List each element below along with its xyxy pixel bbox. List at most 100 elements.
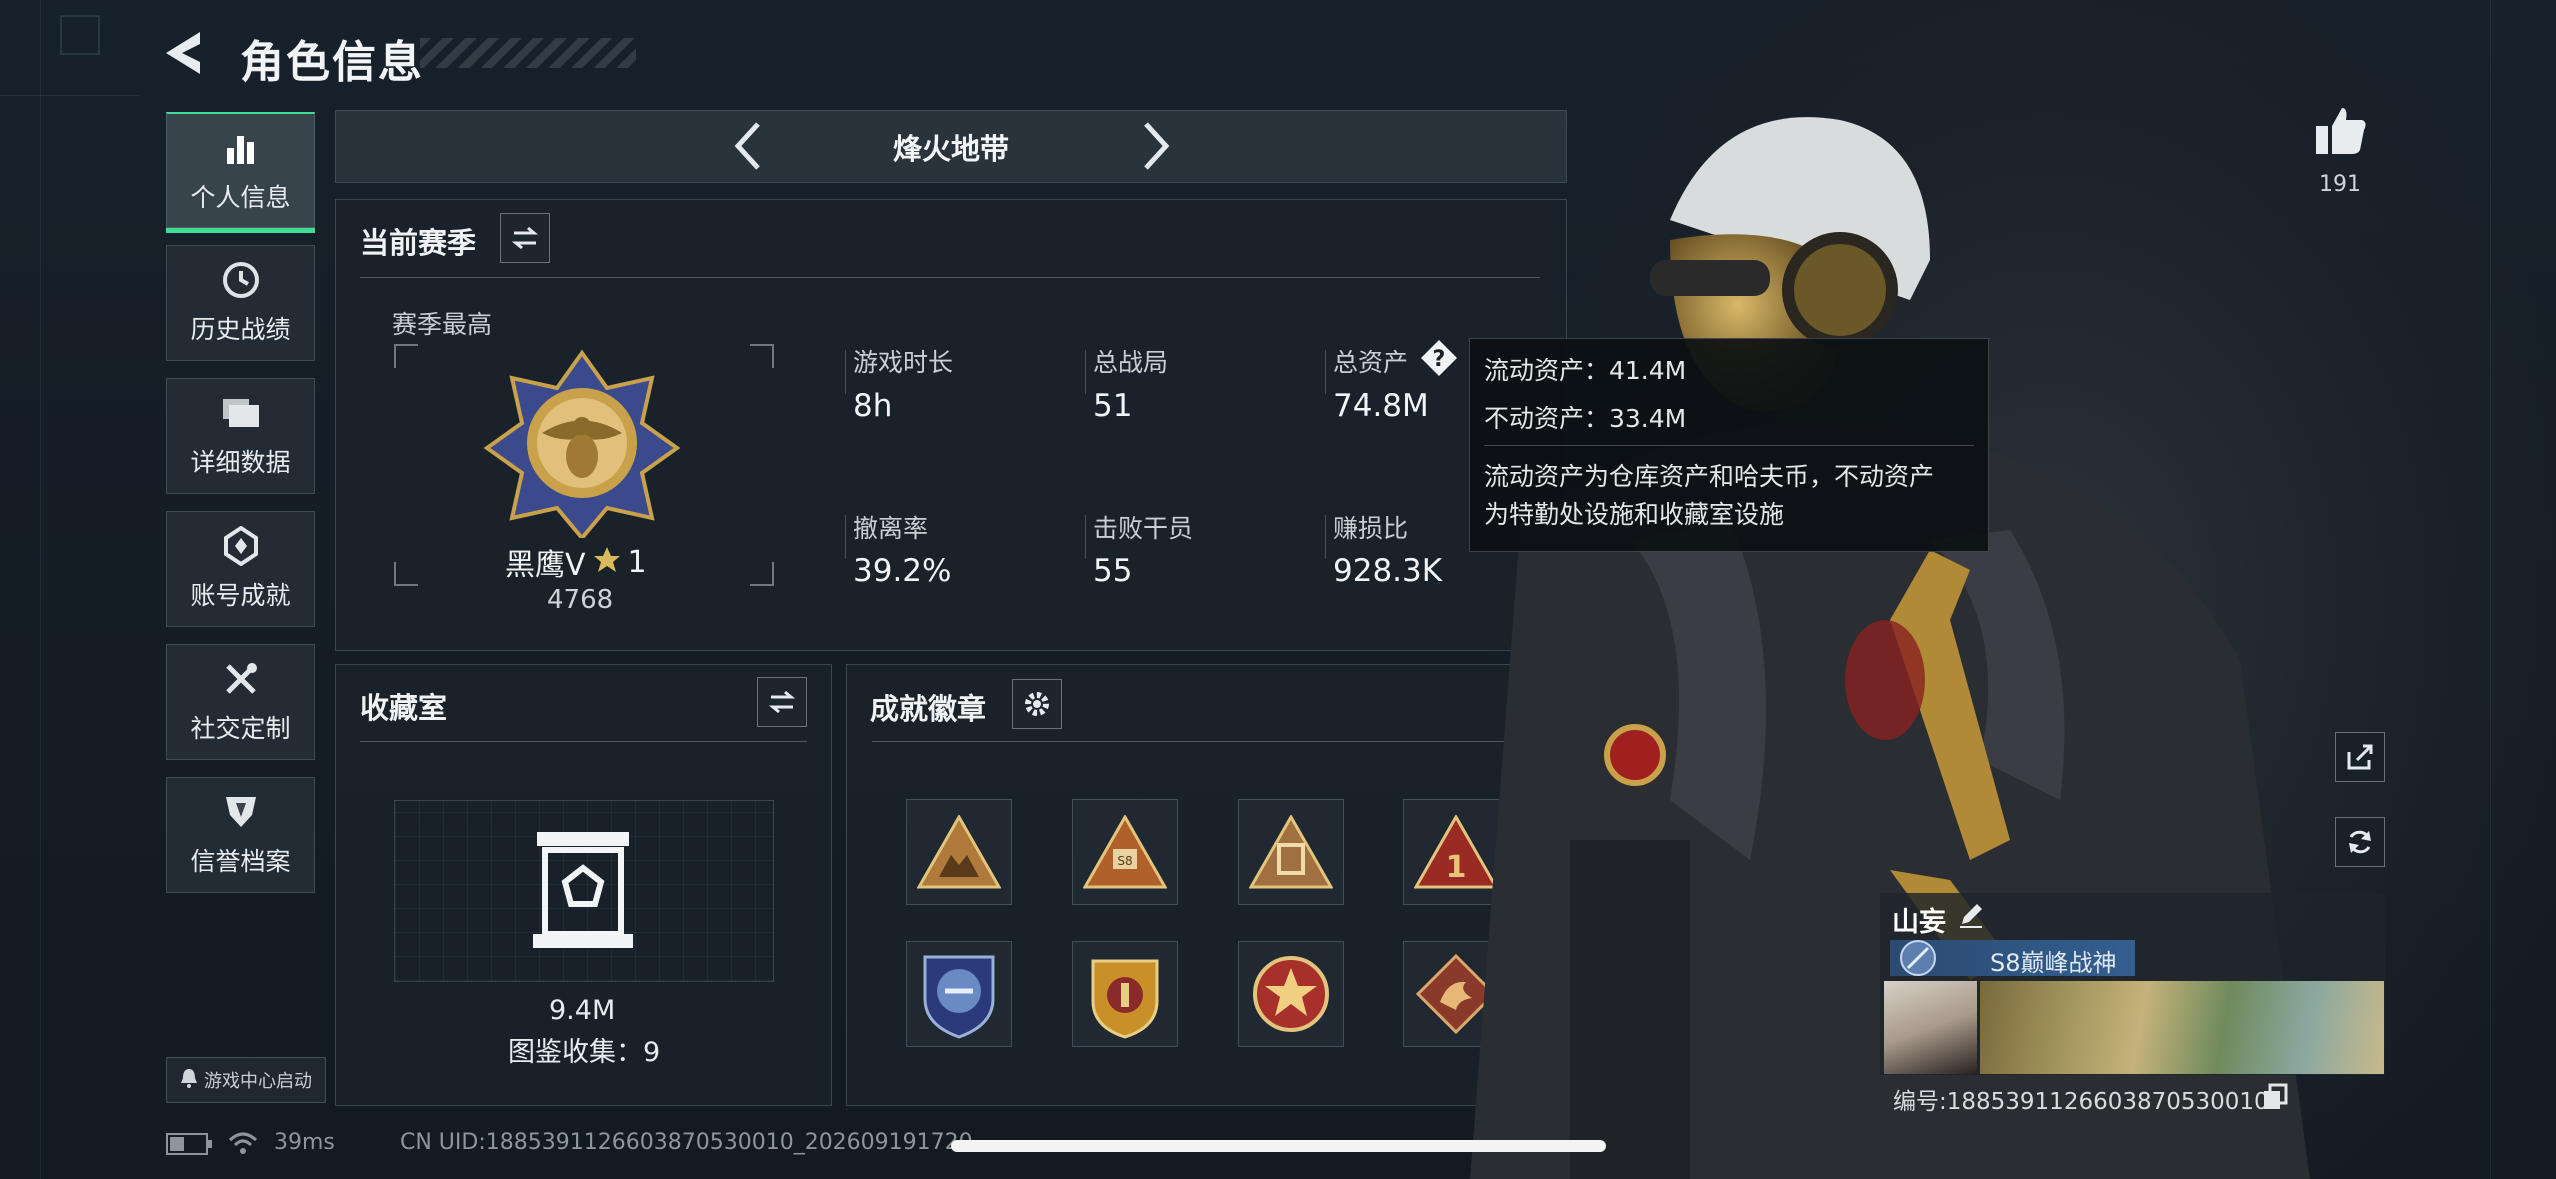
stat-divider [845,350,846,394]
share-button[interactable] [2335,732,2385,782]
mode-prev-button[interactable] [726,116,770,176]
stat-value-total-matches: 51 [1093,388,1133,424]
player-card-id: 编号:1885391126603870530010 [1893,1089,2269,1115]
assets-tooltip: 流动资产：41.4M 不动资产：33.4M 流动资产为仓库资产和哈夫币，不动资产… [1469,338,1989,552]
player-name: 山妄 [1892,907,1946,938]
rank-points: 4768 [547,585,614,615]
pencil-icon [1960,904,1982,928]
badge-red-star[interactable] [1238,941,1344,1047]
sidebar-item-label: 详细数据 [190,448,291,477]
tools-icon [221,659,261,699]
grid-line [40,0,41,1179]
title-decoration [420,38,636,68]
sidebar-item-social[interactable]: 社交定制 [166,644,315,760]
stat-value-kills: 55 [1093,553,1133,589]
battery-icon [166,1133,214,1155]
swap-icon [511,226,539,250]
shield-icon [221,792,261,832]
stat-label-extract-rate: 撤离率 [853,514,929,543]
tooltip-description-1: 流动资产为仓库资产和哈夫币，不动资产 [1484,462,1935,491]
stat-divider [1325,515,1326,559]
player-title: S8巅峰战神 [1990,949,2117,977]
tooltip-divider [1484,445,1974,446]
back-arrow-icon [166,32,200,74]
triangle-beast-badge-icon [917,815,1001,889]
season-best-label: 赛季最高 [392,310,493,339]
frame-corner [394,344,418,368]
badges-settings-button[interactable] [1012,679,1062,729]
stat-label-total-matches: 总战局 [1093,348,1169,377]
copy-button[interactable] [2262,1083,2288,1111]
tooltip-description-2: 为特勤处设施和收藏室设施 [1484,500,1785,529]
rank-emblem-icon [482,348,682,542]
collection-room-icon [533,830,633,950]
sidebar-item-achievements[interactable]: 账号成就 [166,511,315,627]
likes-count: 191 [2319,172,2361,197]
wifi-icon [228,1130,258,1156]
badge-triangle-gate[interactable] [1238,799,1344,905]
collection-switch-button[interactable] [757,677,807,727]
season-switch-button[interactable] [500,213,550,263]
divider [360,277,1540,278]
sidebar-item-label: 个人信息 [190,182,291,212]
rank-stars: 1 [627,544,647,580]
gold-shield-badge-icon [1091,959,1159,1039]
triangle-gate-badge-icon [1249,815,1333,889]
rank-name: 黑鹰V [505,548,586,583]
collection-value: 9.4M [549,995,616,1026]
stat-divider [1085,515,1086,559]
badge-blue-shield[interactable] [906,941,1012,1047]
sidebar-item-label: 社交定制 [190,714,291,743]
game-center-launch-button[interactable]: 游戏中心启动 [166,1057,326,1103]
copy-icon [2264,1083,2288,1109]
edit-name-button[interactable] [1956,900,1986,930]
refresh-icon [2349,830,2371,854]
stat-divider [1085,350,1086,394]
achievement-icon [221,526,261,566]
home-indicator[interactable] [951,1140,1606,1152]
collection-title: 收藏室 [360,691,448,725]
chevron-left-icon [734,122,760,170]
sidebar-item-label: 历史战绩 [190,315,291,344]
grid-corner [60,15,100,55]
player-banner [1980,981,2384,1074]
grid-line [2490,0,2491,1179]
ping-value: 39ms [274,1130,335,1155]
badge-triangle-beast[interactable] [906,799,1012,905]
bell-icon [180,1068,198,1093]
sidebar-item-reputation[interactable]: 信誉档案 [166,777,315,893]
blue-shield-badge-icon [923,955,995,1039]
rank-row: 黑鹰V 1 [505,540,647,584]
frame-corner [394,562,418,586]
badge-triangle-s8[interactable]: S8 [1072,799,1178,905]
title-emblem-icon [1898,938,1938,978]
page-title: 角色信息 [240,37,424,88]
tooltip-fixed-assets: 不动资产：33.4M [1484,404,1687,433]
svg-text:S8: S8 [1117,854,1132,868]
stat-value-extract-rate: 39.2% [853,553,952,589]
triangle-s8-badge-icon: S8 [1083,815,1167,889]
stat-divider [845,515,846,559]
divider [360,741,807,742]
stat-label-playtime: 游戏时长 [853,348,954,377]
frame-corner [750,344,774,368]
badge-gold-shield[interactable] [1072,941,1178,1047]
avatar[interactable] [1884,981,1977,1074]
back-button[interactable] [160,28,212,78]
launch-label: 游戏中心启动 [204,1071,312,1092]
refresh-button[interactable] [2335,817,2385,867]
mode-next-button[interactable] [1134,116,1178,176]
like-button[interactable] [2314,104,2368,158]
chevron-right-icon [1144,122,1170,170]
sidebar-item-history[interactable]: 历史战绩 [166,245,315,361]
share-icon [2347,744,2373,770]
uid-text: CN UID:1885391126603870530010_2026091917… [400,1130,973,1155]
sidebar-item-detailed-data[interactable]: 详细数据 [166,378,315,494]
sidebar-item-label: 信誉档案 [190,847,291,876]
collection-count: 图鉴收集：9 [508,1037,661,1068]
stat-value-playtime: 8h [853,388,893,424]
season-title: 当前赛季 [360,226,477,260]
gear-icon [1025,692,1049,716]
sidebar-item-personal-info[interactable]: 个人信息 [166,112,315,233]
sidebar-item-label: 账号成就 [190,581,291,610]
